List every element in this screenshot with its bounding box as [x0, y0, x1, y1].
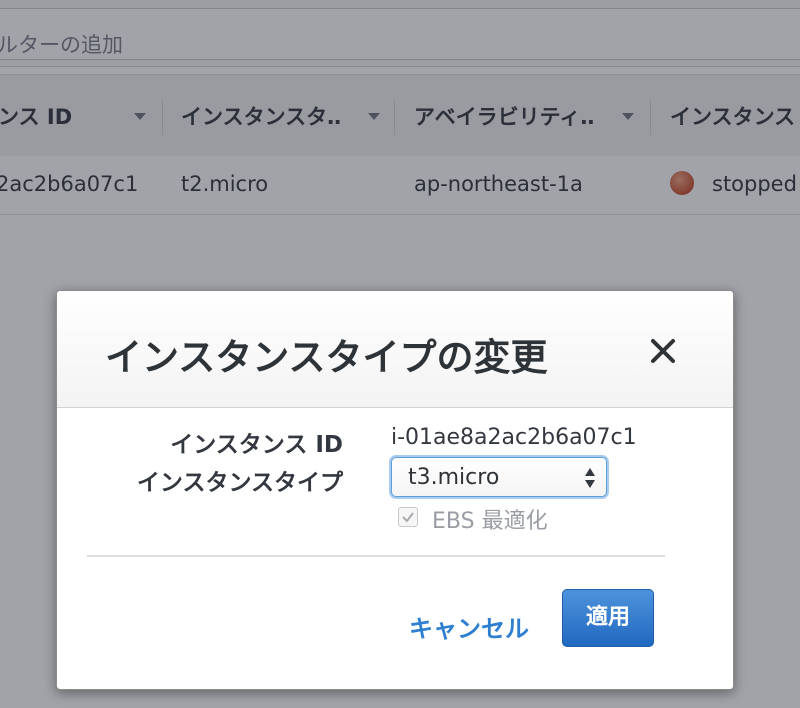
instance-id-label: インスタンス ID — [170, 432, 343, 458]
close-icon[interactable] — [643, 331, 683, 371]
checkmark-icon — [402, 512, 414, 523]
instance-type-select[interactable]: t3.micro — [391, 457, 607, 497]
change-instance-type-dialog: インスタンスタイプの変更 インスタンス ID i-01ae8a2ac2b6a07… — [56, 290, 734, 690]
dialog-title: インスタンスタイプの変更 — [105, 336, 548, 379]
dialog-divider — [87, 555, 665, 557]
instance-type-label: インスタンスタイプ — [136, 470, 343, 496]
select-arrows-icon — [584, 467, 596, 489]
cancel-button[interactable]: キャンセル — [409, 609, 529, 644]
ebs-optimized-label: EBS 最適化 — [432, 509, 548, 534]
apply-button[interactable]: 適用 — [562, 589, 654, 647]
ebs-optimized-checkbox[interactable] — [398, 507, 418, 527]
instance-id-value: i-01ae8a2ac2b6a07c1 — [391, 425, 637, 450]
dialog-header: インスタンスタイプの変更 — [57, 291, 733, 408]
instance-type-selected-value: t3.micro — [408, 465, 500, 490]
